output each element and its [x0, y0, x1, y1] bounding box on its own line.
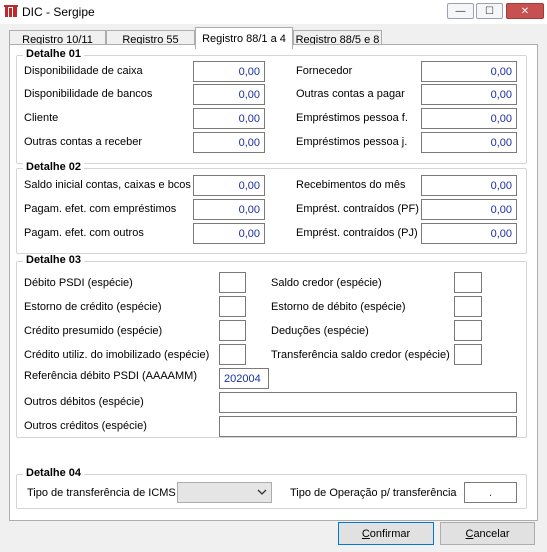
dialog-client: Registro 10/11 Registro 55 Registro 88/1… [0, 24, 547, 552]
input-fornecedor[interactable]: 0,00 [421, 61, 517, 82]
label-pagam-outros: Pagam. efet. com outros [24, 227, 144, 239]
group-detalhe-02: Detalhe 02 Saldo inicial contas, caixas … [16, 161, 527, 254]
label-pagam-emprestimos: Pagam. efet. com empréstimos [24, 203, 177, 215]
label-debito-psdi: Débito PSDI (espécie) [24, 277, 133, 289]
input-recebimentos-mes[interactable]: 0,00 [421, 175, 517, 196]
input-outras-contas-receber[interactable]: 0,00 [193, 132, 265, 153]
input-credito-presumido[interactable] [219, 320, 246, 341]
input-saldo-credor[interactable] [454, 272, 482, 293]
label-recebimentos-mes: Recebimentos do mês [296, 179, 406, 191]
label-disponibilidade-caixa: Disponibilidade de caixa [24, 65, 143, 77]
label-outras-contas-pagar: Outras contas a pagar [296, 88, 405, 100]
label-emprestimos-pessoa-j: Empréstimos pessoa j. [296, 136, 408, 148]
title-bar[interactable]: DIC - Sergipe — ☐ ✕ [0, 0, 547, 24]
app-icon [4, 4, 18, 18]
maximize-icon: ☐ [485, 5, 494, 17]
maximize-button[interactable]: ☐ [476, 3, 503, 19]
group-title: Detalhe 04 [23, 467, 85, 479]
input-emprest-contraidos-pf[interactable]: 0,00 [421, 199, 517, 220]
label-tipo-operacao-transferencia: Tipo de Operação p/ transferência [290, 487, 457, 499]
label-emprest-contraidos-pj: Emprést. contraídos (PJ) [296, 227, 418, 239]
label-deducoes: Deduções (espécie) [271, 325, 369, 337]
input-referencia-debito-psdi[interactable]: 202004 [219, 368, 269, 389]
label-transferencia-saldo-credor: Transferência saldo credor (espécie) [271, 349, 450, 361]
input-saldo-inicial[interactable]: 0,00 [193, 175, 265, 196]
input-disponibilidade-caixa[interactable]: 0,00 [193, 61, 265, 82]
label-credito-imobilizado: Crédito utiliz. do imobilizado (espécie) [24, 349, 210, 361]
label-outros-debitos: Outros débitos (espécie) [24, 396, 144, 408]
input-emprestimos-pessoa-f[interactable]: 0,00 [421, 108, 517, 129]
input-emprestimos-pessoa-j[interactable]: 0,00 [421, 132, 517, 153]
tab-panel: Detalhe 01 Disponibilidade de caixa 0,00… [9, 44, 538, 521]
label-outras-contas-receber: Outras contas a receber [24, 136, 143, 148]
input-pagam-emprestimos[interactable]: 0,00 [193, 199, 265, 220]
confirmar-label: onfirmar [369, 527, 411, 540]
label-fornecedor: Fornecedor [296, 65, 353, 77]
input-credito-imobilizado[interactable] [219, 344, 246, 365]
label-cliente: Cliente [24, 112, 59, 124]
input-pagam-outros[interactable]: 0,00 [193, 223, 265, 244]
input-deducoes[interactable] [454, 320, 482, 341]
label-emprestimos-pessoa-f: Empréstimos pessoa f. [296, 112, 408, 124]
input-debito-psdi[interactable] [219, 272, 246, 293]
label-referencia-debito-psdi: Referência débito PSDI (AAAAMM) [24, 370, 198, 382]
group-detalhe-01: Detalhe 01 Disponibilidade de caixa 0,00… [16, 48, 527, 164]
group-detalhe-03: Detalhe 03 Débito PSDI (espécie) Saldo c… [16, 254, 527, 438]
label-estorno-credito: Estorno de crédito (espécie) [24, 301, 162, 313]
label-saldo-credor: Saldo credor (espécie) [271, 277, 382, 289]
input-tipo-operacao-transferencia[interactable]: . [464, 482, 517, 503]
input-outras-contas-pagar[interactable]: 0,00 [421, 84, 517, 105]
input-emprest-contraidos-pj[interactable]: 0,00 [421, 223, 517, 244]
label-emprest-contraidos-pf: Emprést. contraídos (PF) [296, 203, 419, 215]
group-detalhe-04: Detalhe 04 Tipo de transferência de ICMS… [16, 467, 527, 509]
tab-label: Registro 88/1 a 4 [202, 32, 286, 45]
select-tipo-transferencia-icms[interactable] [177, 482, 272, 503]
input-estorno-credito[interactable] [219, 296, 246, 317]
input-outros-creditos[interactable] [219, 416, 517, 437]
minimize-icon: — [455, 5, 466, 17]
label-estorno-debito: Estorno de débito (espécie) [271, 301, 406, 313]
label-outros-creditos: Outros créditos (espécie) [24, 420, 147, 432]
close-button[interactable]: ✕ [506, 3, 544, 19]
group-title: Detalhe 02 [23, 161, 85, 173]
close-icon: ✕ [520, 5, 530, 17]
confirmar-button[interactable]: Confirmar [338, 522, 434, 545]
input-disponibilidade-bancos[interactable]: 0,00 [193, 84, 265, 105]
minimize-button[interactable]: — [447, 3, 474, 19]
tab-registro-88-1-4[interactable]: Registro 88/1 a 4 [195, 27, 293, 49]
group-title: Detalhe 01 [23, 48, 85, 60]
input-transferencia-saldo-credor[interactable] [454, 344, 482, 365]
group-title: Detalhe 03 [23, 254, 85, 266]
input-estorno-debito[interactable] [454, 296, 482, 317]
label-credito-presumido: Crédito presumido (espécie) [24, 325, 163, 337]
label-disponibilidade-bancos: Disponibilidade de bancos [24, 88, 153, 100]
label-tipo-transferencia-icms: Tipo de transferência de ICMS [27, 487, 176, 499]
window-title: DIC - Sergipe [22, 5, 95, 19]
input-cliente[interactable]: 0,00 [193, 108, 265, 129]
input-outros-debitos[interactable] [219, 392, 517, 413]
cancelar-label: ancelar [473, 527, 510, 540]
chevron-down-icon [257, 489, 267, 495]
cancelar-button[interactable]: Cancelar [440, 522, 535, 545]
cancelar-mnemonic: C [465, 527, 474, 540]
label-saldo-inicial: Saldo inicial contas, caixas e bcos [24, 179, 191, 191]
confirmar-mnemonic: C [361, 527, 370, 540]
